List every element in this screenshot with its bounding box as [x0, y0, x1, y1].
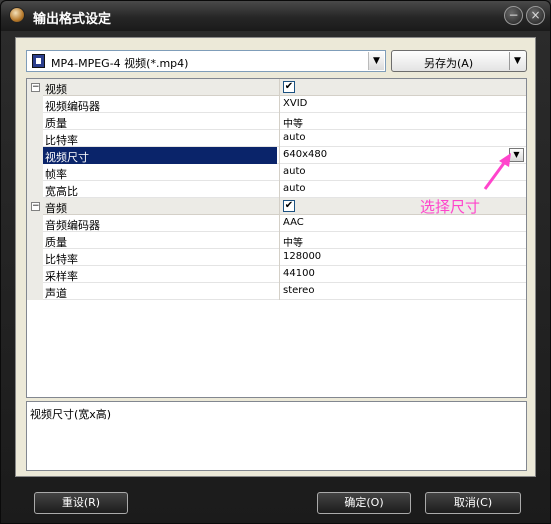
row-gutter: [27, 266, 43, 283]
category-label: 音频: [45, 202, 67, 215]
row-gutter: [27, 181, 43, 198]
property-name: 采样率: [45, 270, 78, 283]
row-gutter: [27, 147, 43, 164]
property-row[interactable]: 音频编码器 AAC: [27, 215, 526, 232]
dialog-client-area: MP4-MPEG-4 视频(*.mp4) ▼ 另存为(A) ▼ − 视频 ✔ 视…: [15, 37, 536, 477]
column-divider: [279, 130, 280, 147]
minimize-button[interactable]: −: [504, 6, 523, 25]
property-row[interactable]: 比特率 128000: [27, 249, 526, 266]
row-gutter: [27, 130, 43, 147]
row-gutter: [27, 283, 43, 300]
video-enabled-checkbox[interactable]: ✔: [283, 81, 295, 93]
row-gutter: [27, 215, 43, 232]
ok-button[interactable]: 确定(O): [317, 492, 411, 514]
property-row[interactable]: 采样率 44100: [27, 266, 526, 283]
property-row[interactable]: 帧率 auto: [27, 164, 526, 181]
property-value[interactable]: stereo: [283, 285, 314, 296]
column-divider: [279, 96, 280, 113]
property-name: 音频编码器: [45, 219, 100, 232]
property-value[interactable]: auto: [283, 132, 306, 143]
format-select[interactable]: MP4-MPEG-4 视频(*.mp4) ▼: [26, 50, 386, 72]
property-row[interactable]: 质量 中等: [27, 113, 526, 130]
property-value[interactable]: 中等: [283, 234, 303, 249]
property-value[interactable]: AAC: [283, 217, 304, 228]
column-divider: [279, 232, 280, 249]
row-gutter: [27, 164, 43, 181]
property-name: 声道: [45, 287, 67, 300]
format-select-value: MP4-MPEG-4 视频(*.mp4): [51, 57, 189, 70]
column-divider: [279, 249, 280, 266]
row-gutter: −: [27, 79, 43, 96]
property-row[interactable]: 比特率 auto: [27, 130, 526, 147]
property-value[interactable]: auto: [283, 166, 306, 177]
property-value[interactable]: 44100: [283, 268, 315, 279]
collapse-icon[interactable]: −: [31, 83, 40, 92]
property-name: 比特率: [45, 134, 78, 147]
property-name: 帧率: [45, 168, 67, 181]
property-name: 视频编码器: [45, 100, 100, 113]
column-divider: [279, 181, 280, 198]
property-value[interactable]: XVID: [283, 98, 307, 109]
property-row-selected[interactable]: 视频尺寸 640x480 ▼: [27, 147, 526, 164]
property-name: 宽高比: [45, 185, 78, 198]
audio-enabled-checkbox[interactable]: ✔: [283, 200, 295, 212]
cancel-button[interactable]: 取消(C): [425, 492, 521, 514]
property-name: 质量: [45, 236, 67, 249]
property-value[interactable]: 中等: [283, 115, 303, 130]
description-text: 视频尺寸(宽x高): [30, 408, 112, 421]
row-gutter: −: [27, 198, 43, 215]
category-video[interactable]: − 视频 ✔: [27, 79, 526, 96]
property-value[interactable]: 128000: [283, 251, 321, 262]
property-name: 比特率: [45, 253, 78, 266]
save-as-dropdown-icon[interactable]: ▼: [509, 52, 525, 70]
property-name: 质量: [45, 117, 67, 130]
property-grid: − 视频 ✔ 视频编码器 XVID 质量 中等 比特率 auto 视频尺寸 64…: [26, 78, 527, 398]
column-divider: [279, 198, 280, 215]
row-gutter: [27, 232, 43, 249]
dialog-window: 输出格式设定 − × MP4-MPEG-4 视频(*.mp4) ▼ 另存为(A)…: [0, 0, 551, 524]
row-gutter: [27, 113, 43, 130]
column-divider: [279, 283, 280, 300]
column-divider: [279, 215, 280, 232]
property-value[interactable]: 640x480: [283, 149, 327, 160]
property-value[interactable]: auto: [283, 183, 306, 194]
property-name: 视频尺寸: [43, 147, 277, 164]
collapse-icon[interactable]: −: [31, 202, 40, 211]
column-divider: [279, 266, 280, 283]
column-divider: [279, 79, 280, 96]
window-title: 输出格式设定: [33, 12, 112, 27]
category-label: 视频: [45, 83, 67, 96]
property-row[interactable]: 视频编码器 XVID: [27, 96, 526, 113]
save-as-label: 另存为(A): [424, 57, 474, 70]
property-row[interactable]: 质量 中等: [27, 232, 526, 249]
property-row[interactable]: 声道 stereo: [27, 283, 526, 300]
column-divider: [279, 113, 280, 130]
chevron-down-icon[interactable]: ▼: [368, 52, 384, 70]
close-button[interactable]: ×: [526, 6, 545, 25]
column-divider: [279, 164, 280, 181]
video-format-icon: [32, 54, 45, 68]
reset-button[interactable]: 重设(R): [34, 492, 128, 514]
annotation-text: 选择尺寸: [420, 198, 481, 216]
description-panel: 视频尺寸(宽x高): [26, 401, 527, 471]
annotation-arrow-icon: [483, 153, 511, 190]
column-divider: [279, 147, 280, 164]
app-icon: [9, 7, 25, 23]
title-bar[interactable]: 输出格式设定 − ×: [1, 1, 550, 31]
row-gutter: [27, 249, 43, 266]
row-gutter: [27, 96, 43, 113]
save-as-button[interactable]: 另存为(A) ▼: [391, 50, 527, 72]
